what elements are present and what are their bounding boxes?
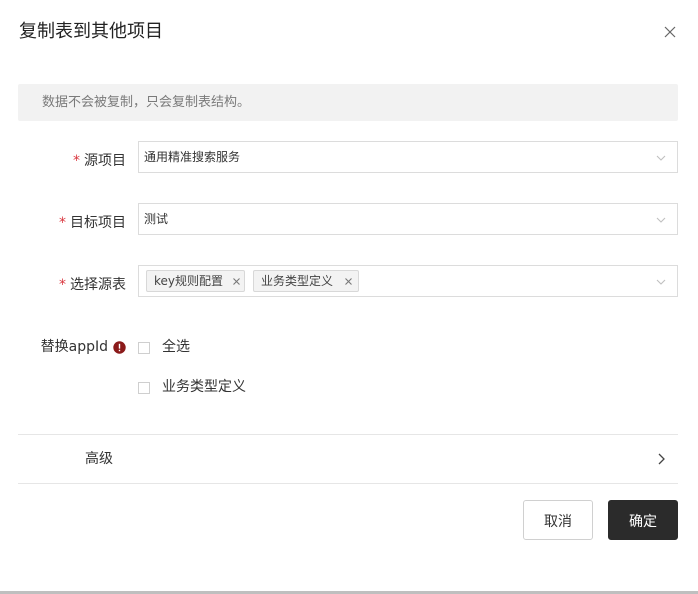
source-tables-label: * 选择源表 xyxy=(59,275,126,295)
copy-table-dialog: 复制表到其他项目 数据不会被复制，只会复制表结构。 * 源项目 通用精准搜索服务 … xyxy=(0,0,698,594)
source-project-value: 通用精准搜索服务 xyxy=(144,150,241,164)
select-all-label[interactable]: 全选 xyxy=(162,337,190,357)
tag-close-icon[interactable] xyxy=(232,277,241,286)
target-project-label-text: 目标项目 xyxy=(70,215,126,231)
chevron-right-icon xyxy=(658,453,665,465)
notice-banner: 数据不会被复制，只会复制表结构。 xyxy=(18,84,678,121)
source-tables-multiselect[interactable]: key规则配置 业务类型定义 xyxy=(138,265,678,297)
required-mark: * xyxy=(73,153,80,169)
source-project-select[interactable]: 通用精准搜索服务 xyxy=(138,141,678,173)
cancel-button[interactable]: 取消 xyxy=(523,500,593,540)
target-project-label: * 目标项目 xyxy=(59,213,126,233)
info-circle-icon[interactable] xyxy=(113,341,126,354)
target-project-select[interactable]: 测试 xyxy=(138,203,678,235)
close-button[interactable] xyxy=(660,22,680,42)
select-all-checkbox[interactable] xyxy=(138,342,150,354)
required-mark: * xyxy=(59,277,66,293)
advanced-section-toggle[interactable]: 高级 xyxy=(18,435,678,483)
target-project-value: 测试 xyxy=(144,212,169,226)
source-project-label: * 源项目 xyxy=(73,151,126,171)
divider xyxy=(18,483,678,484)
chevron-down-icon xyxy=(656,155,666,161)
tag-close-icon[interactable] xyxy=(344,277,353,286)
notice-text: 数据不会被复制，只会复制表结构。 xyxy=(42,95,251,110)
source-project-label-text: 源项目 xyxy=(84,153,126,169)
table-tag-label: 业务类型定义 xyxy=(261,274,334,288)
table-tag-label: key规则配置 xyxy=(154,274,224,288)
dialog-title: 复制表到其他项目 xyxy=(19,21,163,42)
replace-appid-label: 替换appId xyxy=(40,339,108,355)
business-type-label[interactable]: 业务类型定义 xyxy=(162,377,246,397)
close-icon xyxy=(664,26,676,38)
chevron-down-icon xyxy=(656,217,666,223)
business-type-checkbox[interactable] xyxy=(138,382,150,394)
required-mark: * xyxy=(59,215,66,231)
table-tag: key规则配置 xyxy=(146,270,245,292)
advanced-label: 高级 xyxy=(85,451,113,467)
chevron-down-icon xyxy=(656,279,666,285)
table-tag: 业务类型定义 xyxy=(253,270,359,292)
source-tables-label-text: 选择源表 xyxy=(70,277,126,293)
confirm-button[interactable]: 确定 xyxy=(608,500,678,540)
